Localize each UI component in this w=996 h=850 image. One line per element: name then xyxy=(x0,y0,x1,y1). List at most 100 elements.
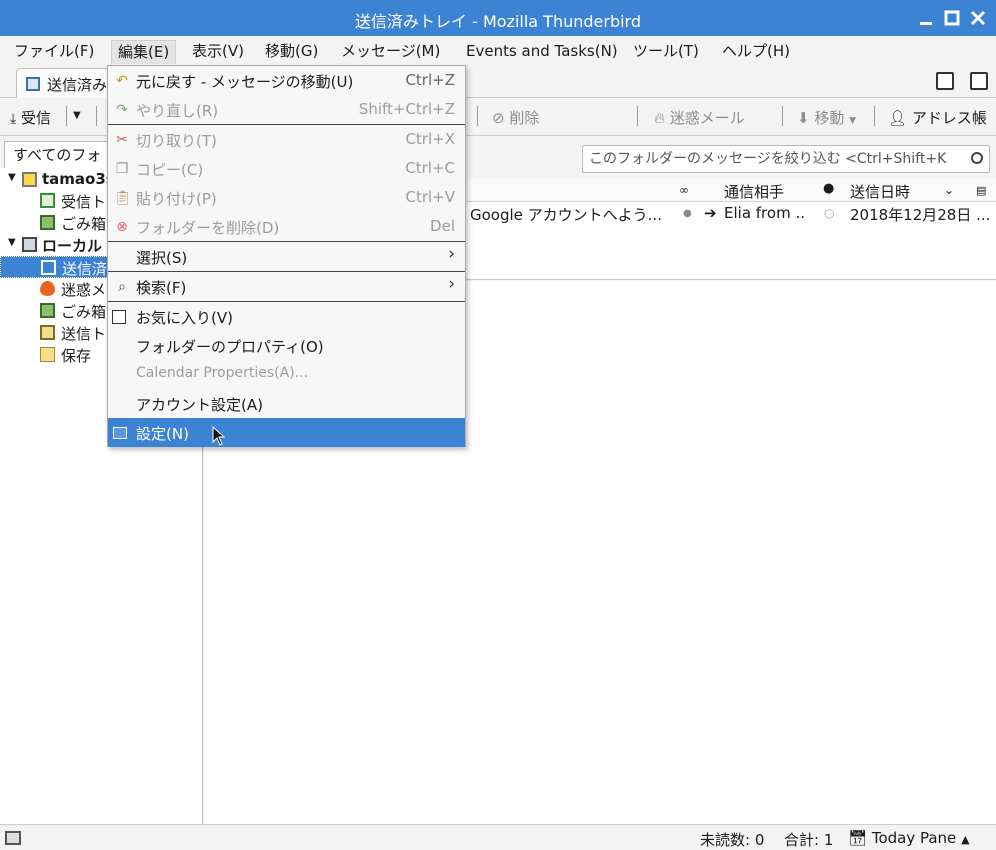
junk-status-icon[interactable]: ○ xyxy=(824,206,834,220)
menu-item-shortcut: Shift+Ctrl+Z xyxy=(358,100,455,118)
menu-item-label: 検索(F) xyxy=(136,279,187,297)
close-button[interactable] xyxy=(966,6,990,30)
get-mail-dropdown[interactable]: ▼ xyxy=(73,110,81,121)
menu-item-undo[interactable]: ↶ 元に戻す - メッセージの移動(U) Ctrl+Z xyxy=(108,66,465,95)
delete-button[interactable]: ⊘ 削除 xyxy=(492,107,539,128)
undo-icon: ↶ xyxy=(116,73,128,89)
menu-tools[interactable]: ツール(T) xyxy=(627,40,705,64)
folder-icon xyxy=(40,347,55,362)
get-mail-button[interactable]: ⤓ 受信 xyxy=(10,107,51,128)
move-arrow-icon: ⬇ xyxy=(797,109,810,127)
folder-label: ごみ箱 xyxy=(61,303,107,321)
address-book-button[interactable]: 👤︎ アドレス帳 xyxy=(888,107,987,128)
submenu-arrow-icon: › xyxy=(448,244,455,264)
toolbar-separator xyxy=(66,106,67,126)
menu-item-favorite[interactable]: お気に入り(V) xyxy=(108,302,465,331)
menu-item-select[interactable]: 選択(S) › xyxy=(108,242,465,271)
menu-file[interactable]: ファイル(F) xyxy=(8,40,100,64)
unread-count: 未読数: 0 xyxy=(700,831,765,849)
sent-folder-icon xyxy=(26,77,40,91)
today-pane-label: Today Pane xyxy=(871,829,957,847)
quick-filter-input[interactable]: このフォルダーのメッセージを絞り込む <Ctrl+Shift+K xyxy=(582,145,990,173)
minimize-button[interactable] xyxy=(914,6,938,30)
folder-label: 送信済 xyxy=(62,260,108,278)
address-book-label: アドレス帳 xyxy=(911,109,987,127)
chevron-down-icon: ▼ xyxy=(849,116,857,126)
offline-status-icon[interactable] xyxy=(5,831,21,845)
menu-item-label: お気に入り(V) xyxy=(136,309,233,327)
menu-item-label: Calendar Properties(A)... xyxy=(136,365,309,381)
menu-item-settings[interactable]: 設定(N) xyxy=(108,418,465,447)
menu-help[interactable]: ヘルプ(H) xyxy=(716,40,796,64)
tasks-tab-icon[interactable] xyxy=(970,72,988,90)
menu-item-folder-properties[interactable]: フォルダーのプロパティ(O) xyxy=(108,331,465,360)
read-status-icon[interactable]: ● xyxy=(683,208,692,219)
menu-item-shortcut: Ctrl+X xyxy=(405,130,455,148)
message-date: 2018年12月28日 ... xyxy=(850,206,991,224)
folder-label: 迷惑メ xyxy=(61,281,107,299)
menu-events-tasks[interactable]: Events and Tasks(N) xyxy=(460,40,624,64)
maximize-icon xyxy=(944,10,960,26)
redo-icon: ↷ xyxy=(116,102,128,118)
delete-label: 削除 xyxy=(509,109,540,127)
folder-label: 送信ト xyxy=(61,325,107,343)
menu-item-shortcut: Ctrl+C xyxy=(405,159,455,177)
folder-label: tamao3s xyxy=(42,170,115,188)
search-icon: ⌕ xyxy=(118,279,126,295)
menu-message[interactable]: メッセージ(M) xyxy=(335,40,446,64)
menu-item-label: 元に戻す - メッセージの移動(U) xyxy=(136,73,354,91)
delete-folder-icon: ⊗ xyxy=(116,219,128,235)
window-title: 送信済みトレイ - Mozilla Thunderbird xyxy=(355,12,641,31)
delete-icon: ⊘ xyxy=(492,109,505,127)
calendar-tab-icon[interactable] xyxy=(936,72,954,90)
menu-item-copy[interactable]: ❐ コピー(C) Ctrl+C xyxy=(108,154,465,183)
today-pane-button[interactable]: 📅︎ Today Pane ▲ xyxy=(848,829,970,847)
folder-mode-select[interactable]: すべてのフォ xyxy=(4,141,108,169)
menu-item-shortcut: Del xyxy=(430,217,455,235)
column-date[interactable]: 送信日時 xyxy=(850,181,910,202)
menu-item-paste[interactable]: 📋︎ 貼り付け(P) Ctrl+V xyxy=(108,183,465,212)
folder-label: 保存 xyxy=(61,347,92,365)
download-icon: ⤓ xyxy=(10,111,17,127)
thread-column-icon[interactable]: ∞ xyxy=(679,183,689,197)
chevron-up-icon: ▲ xyxy=(961,833,970,846)
maximize-button[interactable] xyxy=(940,6,964,30)
checkbox-icon[interactable] xyxy=(112,310,126,324)
menu-view[interactable]: 表示(V) xyxy=(186,40,250,64)
menu-item-shortcut: Ctrl+V xyxy=(405,188,455,206)
junk-icon: 🔥︎ xyxy=(654,109,666,127)
menu-bar: ファイル(F) 編集(E) 表示(V) 移動(G) メッセージ(M) Event… xyxy=(0,36,996,66)
column-correspondent[interactable]: 通信相手 xyxy=(724,181,784,202)
move-button[interactable]: ⬇ 移動 ▼ xyxy=(797,107,856,128)
twisty-expanded-icon: ▼ xyxy=(8,237,16,248)
menu-item-calendar-properties[interactable]: Calendar Properties(A)... xyxy=(108,360,465,389)
close-icon xyxy=(970,10,986,26)
sent-folder-icon xyxy=(41,260,56,275)
message-correspondent: Elia from ... xyxy=(724,204,806,222)
menu-item-label: コピー(C) xyxy=(136,161,204,179)
junk-button[interactable]: 🔥︎ 迷惑メール xyxy=(654,107,745,128)
search-icon xyxy=(971,152,983,164)
menu-item-label: やり直し(R) xyxy=(136,102,219,120)
menu-item-label: フォルダーのプロパティ(O) xyxy=(136,338,324,356)
total-count: 合計: 1 xyxy=(784,831,834,849)
menu-go[interactable]: 移動(G) xyxy=(259,40,324,64)
sort-chevron-icon[interactable]: ⌄ xyxy=(944,183,954,197)
junk-icon xyxy=(40,281,55,296)
junk-column-icon[interactable]: ● xyxy=(823,181,834,196)
column-picker-icon[interactable]: ▤ xyxy=(976,184,986,197)
tab-sent-folder[interactable]: 送信済み xyxy=(16,68,116,98)
forwarded-icon: ➔ xyxy=(704,204,717,222)
menu-item-find[interactable]: ⌕ 検索(F) › xyxy=(108,272,465,301)
menu-item-delete-folder[interactable]: ⊗ フォルダーを削除(D) Del xyxy=(108,212,465,241)
inbox-icon xyxy=(40,193,55,208)
folder-label: ごみ箱 xyxy=(61,215,107,233)
menu-edit[interactable]: 編集(E) xyxy=(111,40,177,64)
minimize-icon xyxy=(920,22,932,25)
outbox-icon xyxy=(40,325,55,340)
menu-item-redo[interactable]: ↷ やり直し(R) Shift+Ctrl+Z xyxy=(108,95,465,124)
copy-icon: ❐ xyxy=(115,161,129,177)
toolbar-separator xyxy=(96,106,97,126)
menu-item-cut[interactable]: ✂ 切り取り(T) Ctrl+X xyxy=(108,125,465,154)
menu-item-account-settings[interactable]: アカウント設定(A) xyxy=(108,389,465,418)
